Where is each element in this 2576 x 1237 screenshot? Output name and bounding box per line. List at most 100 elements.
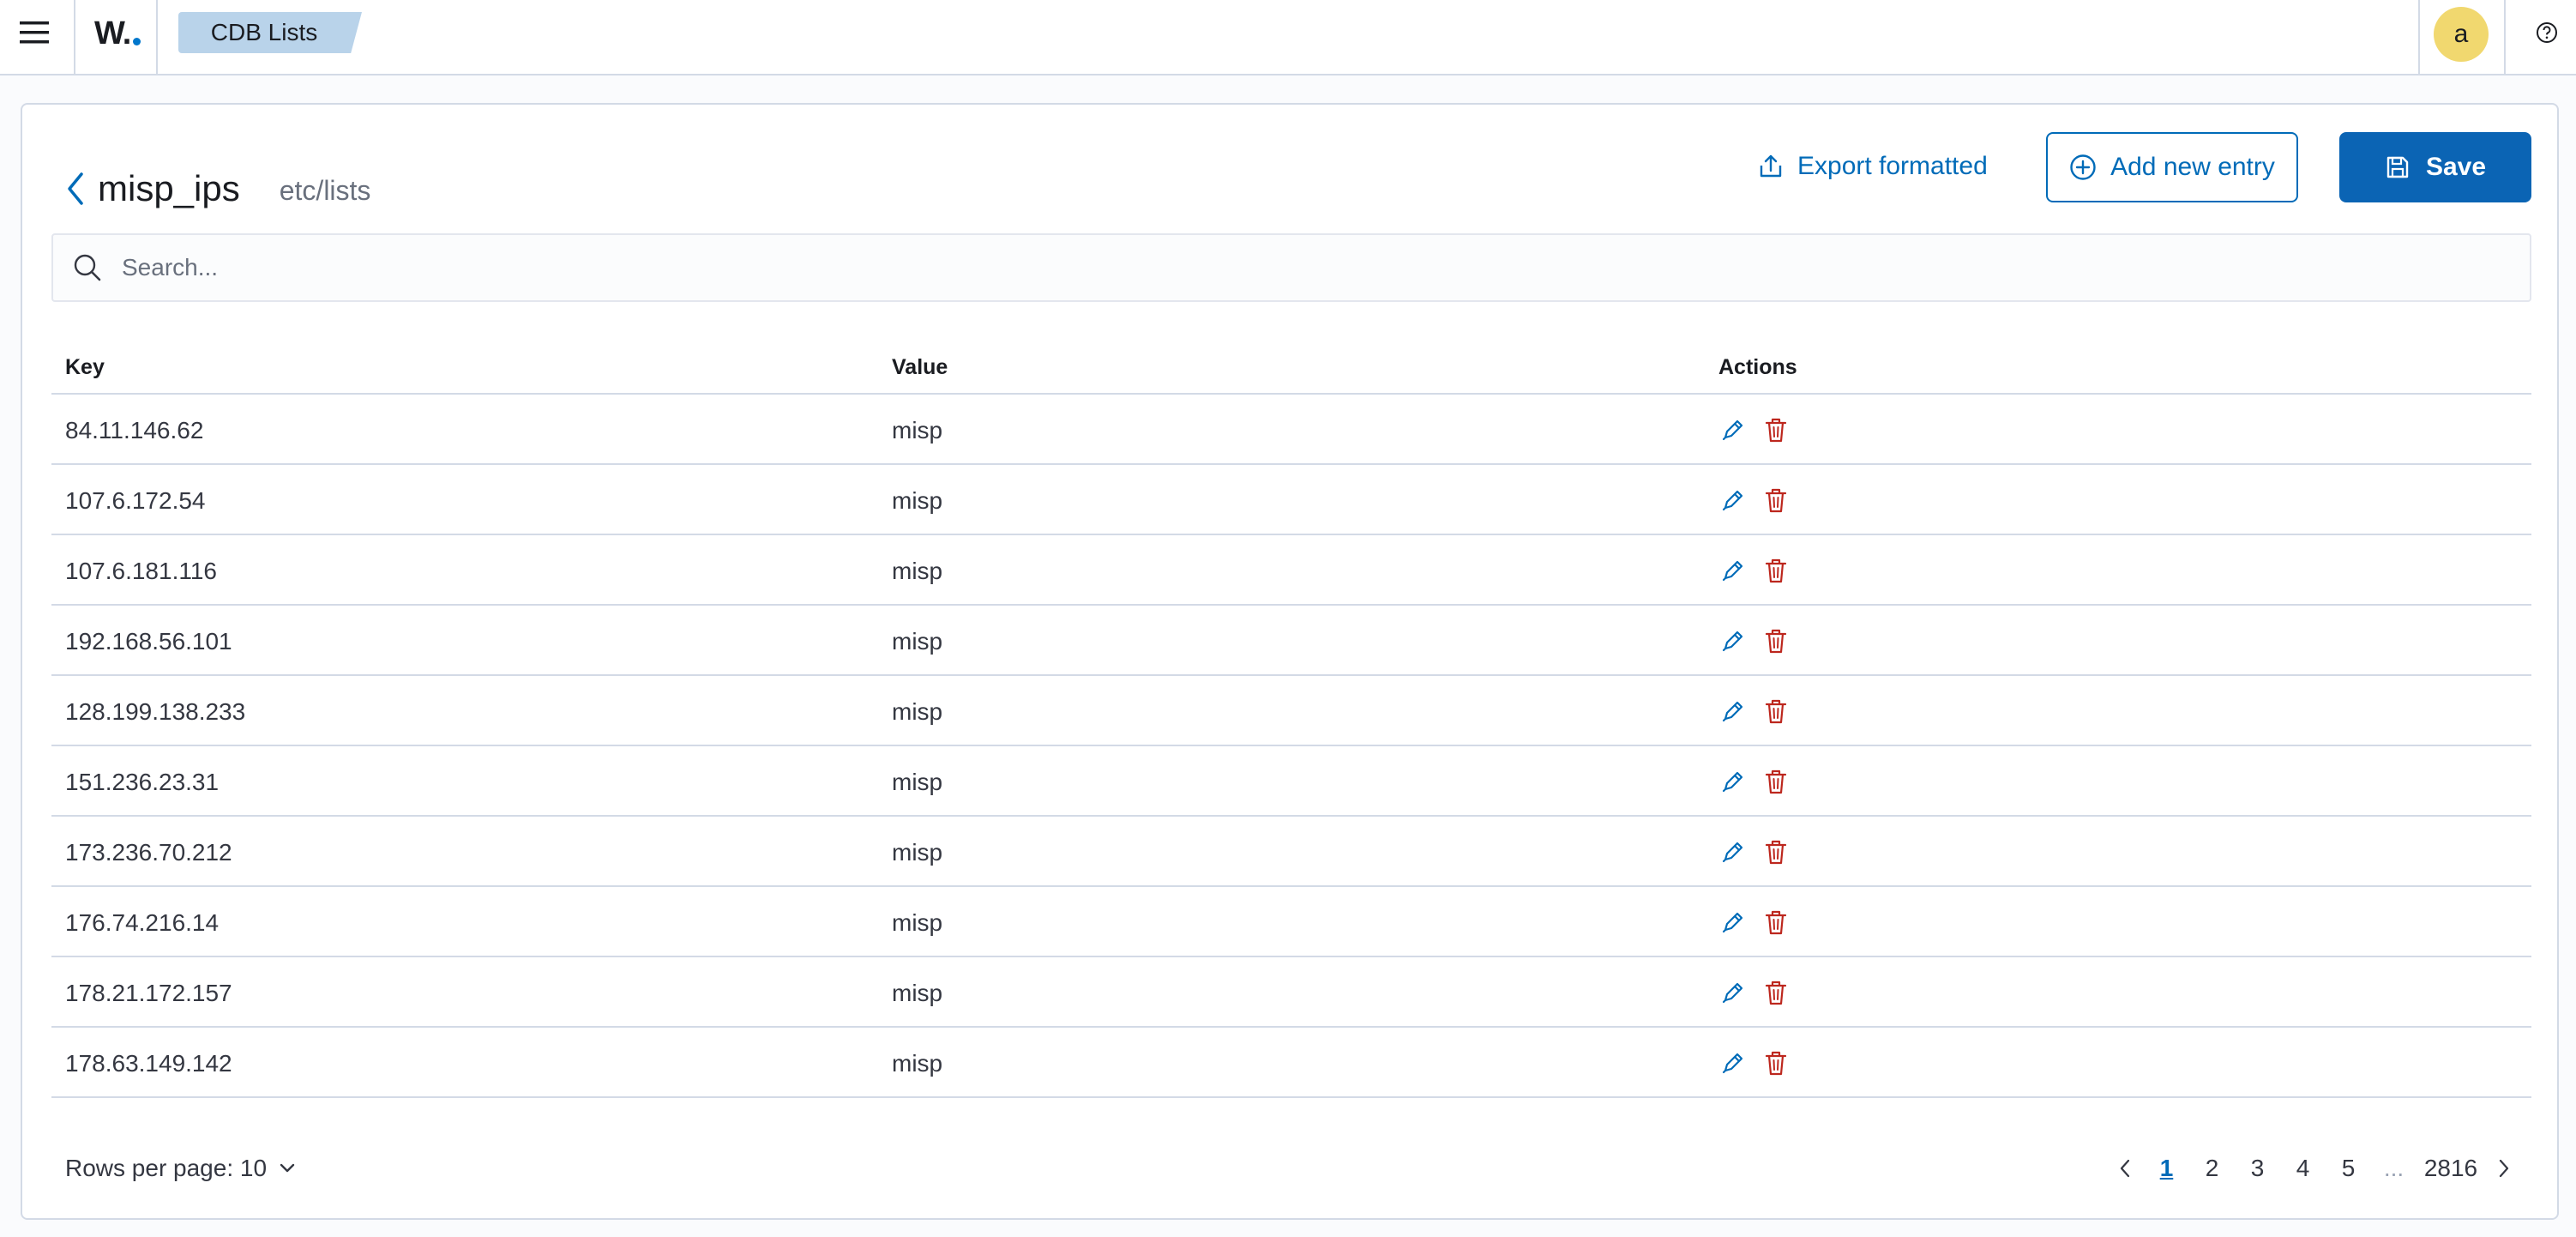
row-actions [1718, 906, 1791, 938]
cell-value: misp [892, 980, 943, 1006]
list-path: etc/lists [279, 174, 371, 206]
table-row: 128.199.138.233 misp [51, 676, 2531, 746]
save-icon [2386, 156, 2409, 178]
delete-entry-button[interactable] [1761, 484, 1791, 516]
delete-entry-button[interactable] [1761, 554, 1791, 587]
delete-entry-button[interactable] [1761, 695, 1791, 727]
cell-value: misp [892, 698, 943, 725]
cell-value: misp [892, 769, 943, 795]
cell-key: 178.63.149.142 [65, 1050, 232, 1077]
row-actions [1718, 976, 1791, 1009]
user-avatar[interactable]: a [2434, 7, 2489, 62]
top-header: W. CDB Lists a [0, 0, 2576, 75]
table-row: 173.236.70.212 misp [51, 817, 2531, 887]
help-icon [2537, 22, 2557, 43]
trash-icon [1765, 840, 1787, 865]
pencil-icon [1722, 1053, 1743, 1074]
back-button[interactable] [58, 163, 93, 214]
header-divider [2504, 0, 2506, 74]
chevron-left-icon [68, 172, 83, 205]
table-row: 178.63.149.142 misp [51, 1028, 2531, 1098]
delete-entry-button[interactable] [1761, 413, 1791, 446]
delete-entry-button[interactable] [1761, 906, 1791, 938]
cell-key: 107.6.181.116 [65, 558, 217, 584]
cdb-list-panel: misp_ips etc/lists Export formatted Add … [21, 103, 2559, 1220]
delete-entry-button[interactable] [1761, 836, 1791, 868]
cell-key: 173.236.70.212 [65, 839, 232, 866]
edit-entry-button[interactable] [1718, 484, 1748, 516]
save-label: Save [2425, 153, 2487, 181]
page-ellipsis: ... [2383, 1155, 2404, 1181]
edit-entry-button[interactable] [1718, 413, 1748, 446]
edit-entry-button[interactable] [1718, 1047, 1748, 1079]
edit-entry-button[interactable] [1718, 695, 1748, 727]
pencil-icon [1722, 771, 1743, 793]
page-link-2[interactable]: 2 [2189, 1150, 2235, 1187]
table-row: 107.6.172.54 misp [51, 465, 2531, 535]
column-header-value[interactable]: Value [892, 355, 948, 380]
page-link-4[interactable]: 4 [2280, 1150, 2326, 1187]
breadcrumb[interactable]: CDB Lists [178, 12, 362, 53]
previous-page-button[interactable] [2106, 1150, 2144, 1187]
edit-entry-button[interactable] [1718, 554, 1748, 587]
delete-entry-button[interactable] [1761, 625, 1791, 657]
rows-per-page-selector[interactable]: Rows per page: 10 [65, 1151, 296, 1186]
edit-entry-button[interactable] [1718, 906, 1748, 938]
trash-icon [1765, 699, 1787, 724]
table-body: 84.11.146.62 misp 107.6.172.54 misp 107.6.18… [51, 395, 2531, 1098]
add-new-entry-label: Add new entry [2110, 153, 2275, 181]
logo-text: W. [94, 15, 131, 51]
table-row: 176.74.216.14 misp [51, 887, 2531, 957]
cell-value: misp [892, 1050, 943, 1077]
help-button[interactable] [2530, 15, 2564, 50]
cell-key: 107.6.172.54 [65, 487, 206, 514]
pencil-icon [1722, 419, 1743, 441]
delete-entry-button[interactable] [1761, 1047, 1791, 1079]
delete-entry-button[interactable] [1761, 976, 1791, 1009]
cell-value: misp [892, 839, 943, 866]
row-actions [1718, 554, 1791, 587]
row-actions [1718, 625, 1791, 657]
pagination: 12345 ... 2816 [2106, 1150, 2523, 1187]
next-page-button[interactable] [2485, 1150, 2523, 1187]
cell-value: misp [892, 909, 943, 936]
trash-icon [1765, 1051, 1787, 1076]
edit-entry-button[interactable] [1718, 625, 1748, 657]
export-formatted-button[interactable]: Export formatted [1758, 132, 2015, 201]
trash-icon [1765, 981, 1787, 1005]
cell-key: 84.11.146.62 [65, 417, 204, 444]
search-input[interactable] [122, 242, 2506, 293]
cell-key: 151.236.23.31 [65, 769, 220, 795]
edit-entry-button[interactable] [1718, 765, 1748, 798]
logo-dot [133, 37, 141, 45]
trash-icon [1765, 488, 1787, 513]
table-row: 107.6.181.116 misp [51, 535, 2531, 606]
cdb-entries-table: Key Value Actions 84.11.146.62 misp 107.6.… [51, 345, 2531, 1098]
column-header-key[interactable]: Key [65, 355, 105, 380]
page-link-3[interactable]: 3 [2235, 1150, 2280, 1187]
delete-entry-button[interactable] [1761, 765, 1791, 798]
cell-key: 176.74.216.14 [65, 909, 220, 936]
page-numbers: 12345 [2144, 1150, 2371, 1187]
cell-key: 192.168.56.101 [65, 628, 232, 655]
edit-entry-button[interactable] [1718, 976, 1748, 1009]
cell-key: 128.199.138.233 [65, 698, 246, 725]
chevron-right-icon [2499, 1159, 2509, 1178]
trash-icon [1765, 769, 1787, 794]
page-link-last[interactable]: 2816 [2417, 1150, 2485, 1187]
pencil-icon [1722, 842, 1743, 863]
chevron-down-icon [280, 1163, 295, 1173]
search-icon [74, 254, 101, 281]
page-link-5[interactable]: 5 [2326, 1150, 2371, 1187]
menu-button[interactable] [14, 15, 55, 50]
plus-circle-icon [2070, 154, 2096, 180]
header-divider [156, 0, 158, 74]
page-link-1[interactable]: 1 [2144, 1150, 2189, 1187]
cell-value: misp [892, 558, 943, 584]
cell-value: misp [892, 628, 943, 655]
add-new-entry-button[interactable]: Add new entry [2046, 132, 2298, 202]
list-title-row: misp_ips etc/lists [58, 144, 370, 233]
save-button[interactable]: Save [2339, 132, 2531, 202]
app-logo[interactable]: W. [94, 12, 141, 55]
edit-entry-button[interactable] [1718, 836, 1748, 868]
